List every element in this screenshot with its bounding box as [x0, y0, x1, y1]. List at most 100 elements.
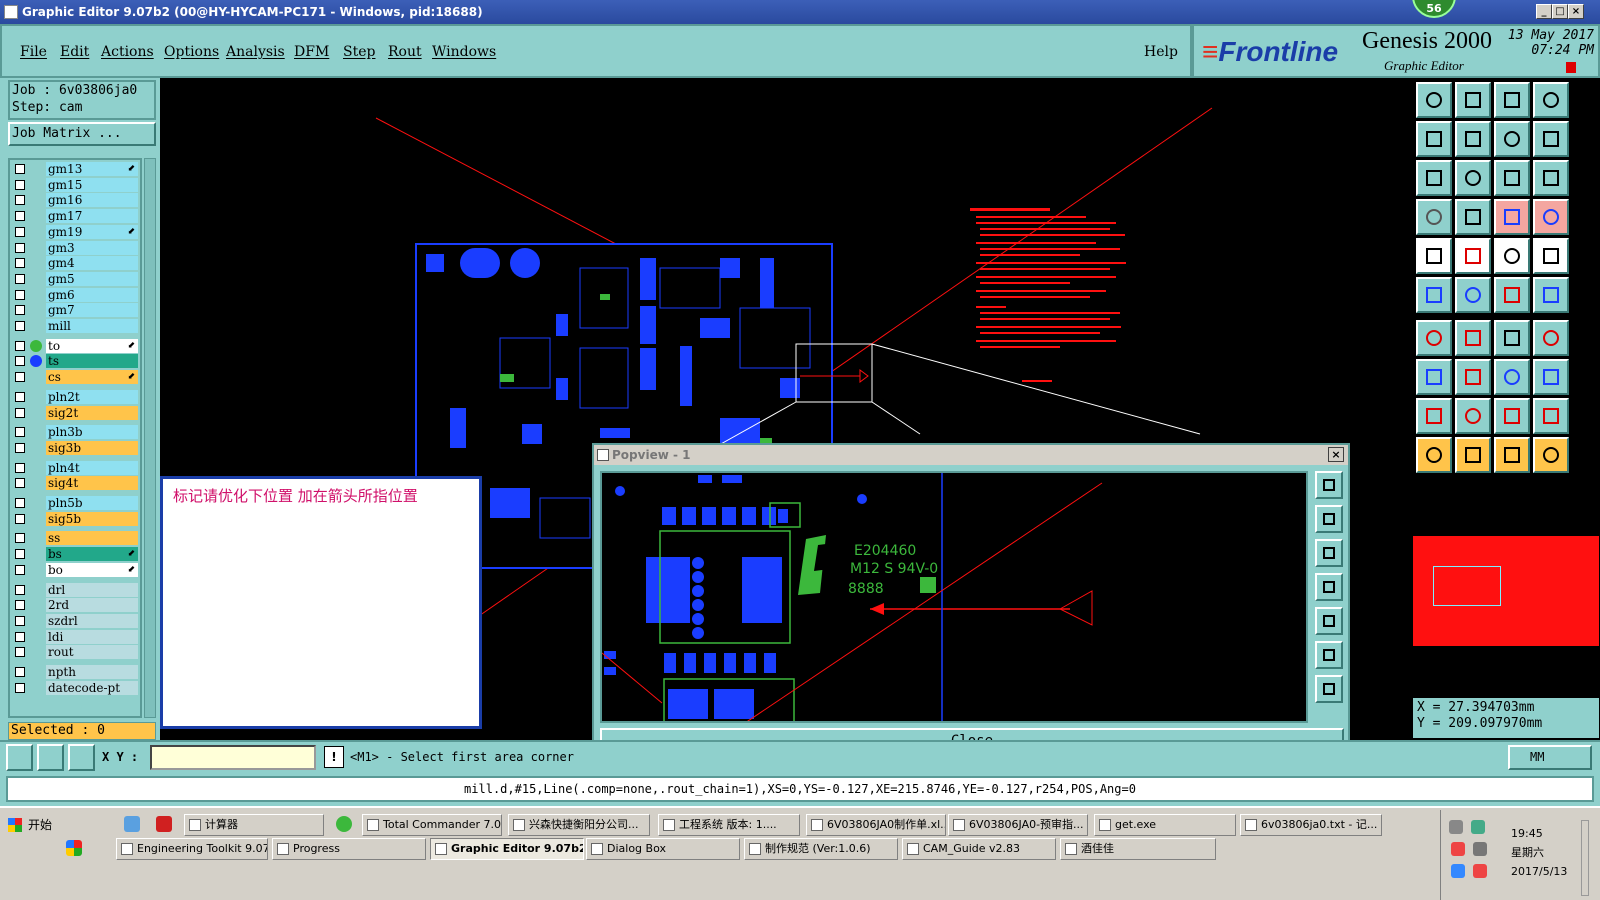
layer-name[interactable]: gm6: [46, 287, 138, 302]
layer-row[interactable]: gm13 ⬋: [10, 162, 140, 176]
layer-checkbox[interactable]: [15, 258, 25, 269]
popview-pan-left-button[interactable]: [1315, 573, 1343, 601]
pad-icon[interactable]: [1416, 238, 1452, 274]
popview-close-icon[interactable]: ×: [1328, 447, 1344, 462]
layer-checkbox[interactable]: [15, 682, 25, 693]
layer-checkbox[interactable]: [15, 564, 25, 575]
popview-pan-right-button[interactable]: [1315, 607, 1343, 635]
layer-row[interactable]: cs ⬋: [10, 370, 140, 385]
rotate-icon[interactable]: [1494, 320, 1530, 356]
grid-icon[interactable]: [68, 744, 95, 771]
tray-clock[interactable]: 19:45 星期六 2017/5/13: [1511, 824, 1567, 881]
layer-row[interactable]: szdrl: [10, 613, 140, 628]
taskbar-item[interactable]: 制作规范 (Ver:1.0.6): [744, 838, 898, 860]
layer-name[interactable]: pln4t: [46, 460, 138, 475]
minimize-button[interactable]: _: [1536, 4, 1552, 19]
layer-row[interactable]: gm5: [10, 271, 140, 286]
layer-name[interactable]: bs ⬋: [46, 547, 138, 562]
layer-name[interactable]: to ⬋: [46, 338, 138, 353]
layer-checkbox[interactable]: [15, 407, 25, 418]
layer-name[interactable]: npth: [46, 665, 138, 679]
triangle4-icon[interactable]: [1533, 398, 1569, 434]
input-method-icon[interactable]: [1451, 864, 1465, 878]
menu-windows[interactable]: Windows: [432, 44, 496, 60]
layer-name[interactable]: gm19 ⬋: [46, 224, 138, 239]
layer-row[interactable]: pln2t: [10, 389, 140, 404]
pointer-icon[interactable]: [1416, 437, 1452, 473]
layer-checkbox[interactable]: [15, 321, 25, 331]
menu-analysis[interactable]: Analysis: [226, 44, 285, 60]
help-icon[interactable]: [1533, 160, 1569, 196]
layer-name[interactable]: mill: [46, 319, 138, 333]
layer-checkbox[interactable]: [15, 340, 25, 351]
layer-checkbox[interactable]: [15, 305, 25, 316]
layer-checkbox[interactable]: [15, 226, 25, 237]
popview-title-bar[interactable]: Popview - 1 ×: [594, 445, 1348, 465]
taskbar-item[interactable]: Engineering Toolkit 9.07...: [116, 838, 268, 860]
layer-name[interactable]: sig3b: [46, 440, 138, 455]
layer-name[interactable]: ss: [46, 531, 138, 546]
drill-red2-icon[interactable]: [1533, 199, 1569, 235]
taskbar-item[interactable]: 酒佳佳: [1060, 838, 1216, 860]
pin-icon[interactable]: [1455, 199, 1491, 235]
s-curve-icon[interactable]: [1533, 121, 1569, 157]
snap-icon[interactable]: [6, 744, 33, 771]
layer-row[interactable]: pln3b: [10, 425, 140, 440]
taskbar-item[interactable]: Total Commander 7.0 ...: [362, 814, 502, 836]
menu-options[interactable]: Options: [164, 44, 219, 60]
menu-rout[interactable]: Rout: [388, 44, 422, 60]
layer-name[interactable]: bo ⬋: [46, 562, 138, 577]
layer-row[interactable]: rout: [10, 645, 140, 660]
layer-checkbox[interactable]: [15, 498, 25, 508]
layer-checkbox[interactable]: [15, 356, 25, 367]
ruler-icon[interactable]: [1494, 238, 1530, 274]
tray-arrow-icon[interactable]: [1449, 820, 1463, 834]
circle-icon[interactable]: [1533, 238, 1569, 274]
layer-name[interactable]: gm5: [46, 271, 138, 286]
taskbar-item[interactable]: 工程系统 版本: 1....: [658, 814, 800, 836]
layer-row[interactable]: mill: [10, 319, 140, 333]
exclamation-icon[interactable]: !: [324, 746, 344, 768]
layer-row[interactable]: gm4: [10, 256, 140, 271]
line-icon[interactable]: [1455, 238, 1491, 274]
layer-checkbox[interactable]: [15, 631, 25, 642]
show-desktop-button[interactable]: [1581, 820, 1589, 896]
zoom-fit-icon[interactable]: [1416, 160, 1452, 196]
layer-checkbox[interactable]: [15, 667, 25, 677]
layer-row[interactable]: gm15: [10, 177, 140, 192]
layer-checkbox[interactable]: [15, 600, 25, 611]
volume-icon[interactable]: [1473, 842, 1487, 856]
layer-checkbox[interactable]: [15, 427, 25, 438]
layer-up-icon[interactable]: [1416, 82, 1452, 118]
layer-name[interactable]: pln5b: [46, 496, 138, 510]
layer-checkbox[interactable]: [15, 584, 25, 595]
layer-name[interactable]: gm3: [46, 240, 138, 255]
taskbar-item[interactable]: 兴森快捷衡阳分公司...: [508, 814, 650, 836]
layer-row[interactable]: sig2t: [10, 405, 140, 420]
app-tray-icon[interactable]: [1473, 864, 1487, 878]
start-orb-icon[interactable]: [66, 840, 82, 856]
taskbar-item[interactable]: 6v03806ja0.txt - 记...: [1240, 814, 1382, 836]
layer-name[interactable]: 2rd: [46, 598, 138, 613]
quicklaunch-icon[interactable]: [124, 816, 140, 832]
layer-checkbox[interactable]: [15, 242, 25, 253]
taskbar-item[interactable]: CAM_Guide v2.83: [902, 838, 1056, 860]
triangle3-icon[interactable]: [1494, 398, 1530, 434]
measure-icon[interactable]: [1494, 359, 1530, 395]
window-icon[interactable]: [1533, 82, 1569, 118]
minimap-viewport[interactable]: [1433, 566, 1501, 606]
layer-row[interactable]: sig5b: [10, 511, 140, 526]
layer-name[interactable]: gm15: [46, 177, 138, 192]
layer-name[interactable]: gm17: [46, 209, 138, 224]
popview-canvas[interactable]: E204460 M12 S 94V-0 8888: [600, 471, 1308, 723]
layer-name[interactable]: sig4t: [46, 476, 138, 491]
layer-row[interactable]: gm19 ⬋: [10, 224, 140, 239]
layer-row[interactable]: gm17: [10, 209, 140, 224]
drill-red-icon[interactable]: [1494, 199, 1530, 235]
menu-step[interactable]: Step: [343, 44, 375, 60]
triangle-icon[interactable]: [1416, 398, 1452, 434]
layer-row[interactable]: ldi: [10, 629, 140, 644]
notification-badge[interactable]: 56: [1412, 0, 1456, 18]
layer-name[interactable]: cs ⬋: [46, 370, 138, 385]
cross-icon[interactable]: [1455, 277, 1491, 313]
